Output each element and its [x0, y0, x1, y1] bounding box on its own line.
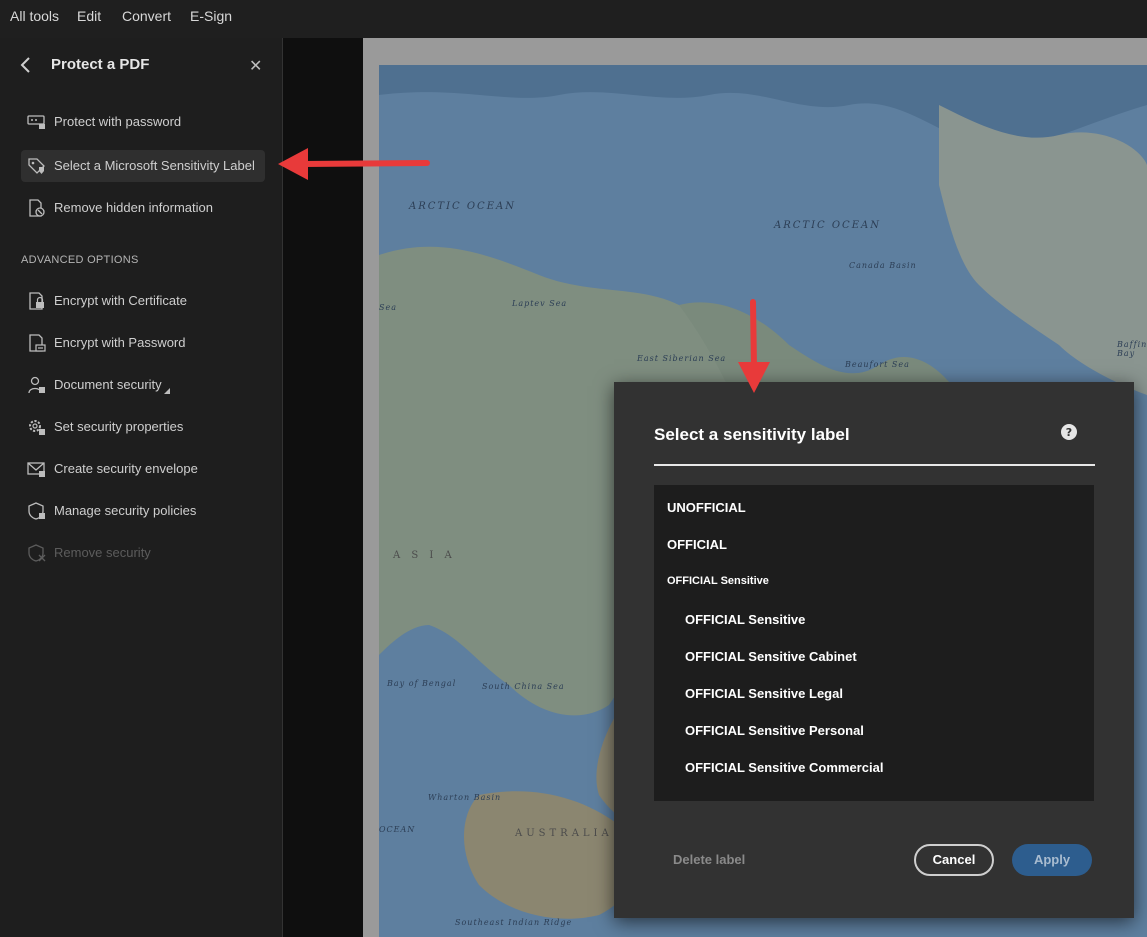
map-label: OCEAN: [379, 825, 416, 834]
sidebar-item-label: Select a Microsoft Sensitivity Label: [54, 158, 255, 173]
sidebar-item-security-envelope[interactable]: Create security envelope: [21, 453, 265, 485]
sidebar-item-label: Document security: [54, 377, 162, 392]
document-remove-icon: [29, 199, 45, 217]
label-option-official-sensitive-legal[interactable]: OFFICIAL Sensitive Legal: [685, 686, 843, 701]
help-icon[interactable]: ?: [1060, 423, 1078, 441]
sidebar-item-remove-security: Remove security: [21, 537, 265, 569]
sidebar-item-label: Manage security policies: [54, 503, 197, 518]
sidebar-item-label: Encrypt with Certificate: [54, 293, 187, 308]
map-label: East Siberian Sea: [637, 354, 727, 363]
password-lock-icon: [29, 334, 46, 352]
menu-edit[interactable]: Edit: [77, 8, 101, 24]
sidebar-item-protect-with-password[interactable]: Protect with password: [21, 106, 265, 138]
map-label: Beaufort Sea: [845, 360, 910, 369]
map-label: Bay of Bengal: [387, 679, 457, 688]
annotation-arrow-down: [738, 299, 770, 393]
sidebar-item-label: Remove security: [54, 545, 151, 560]
map-label: ARCTIC OCEAN: [774, 220, 881, 231]
label-option-official-sensitive-commercial[interactable]: OFFICIAL Sensitive Commercial: [685, 760, 883, 775]
delete-label-button[interactable]: Delete label: [673, 852, 745, 867]
sidebar-item-label: Protect with password: [54, 114, 182, 129]
apply-button[interactable]: Apply: [1012, 844, 1092, 876]
sidebar-item-label: Remove hidden information: [54, 200, 213, 215]
sidebar-item-label: Encrypt with Password: [54, 335, 186, 350]
gear-lock-icon: [29, 420, 45, 435]
map-label: Southeast Indian Ridge: [455, 918, 573, 927]
sidebar-title: Protect a PDF: [51, 56, 150, 73]
dialog-divider: [654, 464, 1095, 466]
label-option-official-sensitive[interactable]: OFFICIAL Sensitive: [685, 612, 805, 627]
shield-tag-icon: [28, 158, 45, 174]
sidebar-item-security-policies[interactable]: Manage security policies: [21, 495, 265, 527]
map-label: AUSTRALIA: [515, 828, 613, 839]
sidebar-item-remove-hidden-info[interactable]: Remove hidden information: [21, 192, 265, 224]
certificate-lock-icon: [29, 292, 44, 310]
map-label: A S I A: [393, 550, 456, 561]
sensitivity-label-list[interactable]: UNOFFICIAL OFFICIAL OFFICIAL Sensitive O…: [654, 485, 1094, 801]
sidebar-item-sensitivity-label[interactable]: Select a Microsoft Sensitivity Label: [21, 150, 265, 182]
label-option-official[interactable]: OFFICIAL: [667, 537, 727, 552]
menu-esign[interactable]: E-Sign: [190, 8, 232, 24]
dropdown-corner-icon: [164, 388, 170, 394]
envelope-lock-icon: [27, 462, 45, 477]
menu-convert[interactable]: Convert: [122, 8, 171, 24]
map-label: Wharton Basin: [428, 793, 502, 802]
password-field-icon: [27, 115, 45, 129]
tool-sidebar: Protect a PDF ✕ Protect with password Se…: [0, 38, 283, 937]
sidebar-item-label: Create security envelope: [54, 461, 198, 476]
sidebar-item-encrypt-certificate[interactable]: Encrypt with Certificate: [21, 285, 265, 317]
annotation-arrow-left: [278, 148, 430, 180]
chevron-left-icon[interactable]: [18, 55, 34, 75]
map-label: South China Sea: [482, 682, 565, 691]
map-label: Canada Basin: [849, 261, 917, 270]
label-option-official-sensitive-cabinet[interactable]: OFFICIAL Sensitive Cabinet: [685, 649, 857, 664]
user-lock-icon: [28, 376, 45, 394]
map-label: Laptev Sea: [512, 299, 568, 308]
advanced-options-heading: ADVANCED OPTIONS: [21, 254, 139, 266]
dialog-title: Select a sensitivity label: [654, 425, 850, 444]
svg-text:?: ?: [1066, 426, 1072, 439]
label-group-official-sensitive: OFFICIAL Sensitive: [667, 575, 769, 587]
menu-all-tools[interactable]: All tools: [10, 8, 59, 24]
sidebar-item-label: Set security properties: [54, 419, 184, 434]
sidebar-header: Protect a PDF ✕: [0, 38, 282, 94]
map-label: Sea: [379, 303, 397, 312]
label-option-unofficial[interactable]: UNOFFICIAL: [667, 500, 746, 515]
sensitivity-label-dialog: Select a sensitivity label ? UNOFFICIAL …: [614, 382, 1134, 918]
shield-policy-icon: [28, 502, 45, 520]
sidebar-item-security-properties[interactable]: Set security properties: [21, 411, 265, 443]
label-option-official-sensitive-personal[interactable]: OFFICIAL Sensitive Personal: [685, 723, 864, 738]
sidebar-item-encrypt-password[interactable]: Encrypt with Password: [21, 327, 265, 359]
close-icon[interactable]: ✕: [249, 56, 262, 76]
sidebar-item-document-security[interactable]: Document security: [21, 369, 265, 401]
top-menubar: All tools Edit Convert E-Sign: [0, 0, 1147, 39]
map-label: Baffin Bay: [1117, 340, 1147, 358]
map-label: ARCTIC OCEAN: [409, 201, 516, 212]
cancel-button[interactable]: Cancel: [914, 844, 994, 876]
shield-remove-icon: [28, 544, 46, 562]
